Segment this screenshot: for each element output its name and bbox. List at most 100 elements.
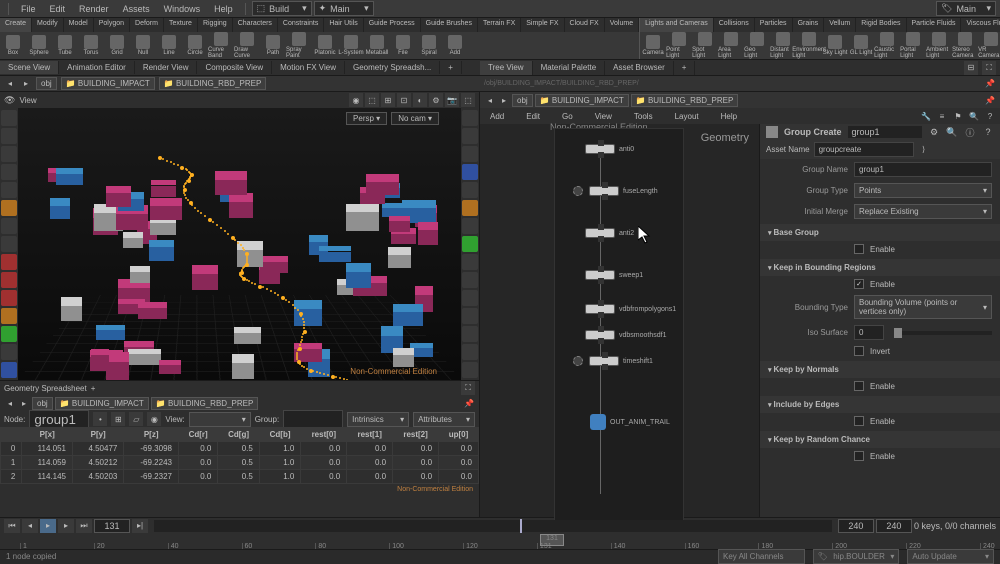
display-tool-icon[interactable] [462, 200, 478, 216]
pin-icon[interactable]: 📌 [984, 78, 996, 90]
section-normals[interactable]: Keep by Normals [760, 361, 1000, 378]
shelf-tab[interactable]: Guide Brushes [421, 18, 478, 32]
shelf-tool-icon[interactable]: Add [442, 32, 468, 59]
detail-mode-icon[interactable]: ◉ [147, 412, 161, 426]
display-tool-icon[interactable] [462, 344, 478, 360]
section-random[interactable]: Keep by Random Chance [760, 431, 1000, 448]
shelf-tool-icon[interactable]: Tube [52, 32, 78, 59]
select-tool-icon[interactable] [1, 110, 17, 126]
menu-render[interactable]: Render [73, 2, 115, 16]
shelf-tab[interactable]: Polygon [94, 18, 130, 32]
shelf-tool-icon[interactable]: Sphere [26, 32, 52, 59]
view-select[interactable]: ▾ [189, 412, 251, 427]
shelf-tab[interactable]: Texture [164, 18, 198, 32]
display-tool-icon[interactable] [462, 308, 478, 324]
menu-windows[interactable]: Windows [158, 2, 207, 16]
pane-tab[interactable]: Animation Editor [59, 61, 135, 74]
enable-checkbox[interactable] [854, 451, 864, 461]
prev-frame-button[interactable]: ◂ [22, 519, 38, 533]
shelf-tool-icon[interactable]: Sky Light [822, 32, 848, 59]
pane-tab[interactable]: Material Palette [533, 61, 606, 75]
shelf-tool-icon[interactable]: Torus [78, 32, 104, 59]
intrinsics-select[interactable]: Intrinsics▾ [347, 412, 409, 427]
play-button[interactable]: ▸ [40, 519, 56, 533]
last-frame-button[interactable]: ⏭ [76, 519, 92, 533]
search-icon[interactable]: 🔍 [968, 110, 980, 122]
group-name-input[interactable]: group1 [854, 162, 992, 177]
network-node[interactable]: vdbfrompolygons1 [585, 304, 676, 314]
pane-max-icon[interactable]: ⛶ [461, 381, 475, 395]
network-node[interactable]: fuseLength [573, 186, 658, 196]
shelf-tab[interactable]: Lights and Cameras [640, 18, 714, 32]
shelf-tool-icon[interactable]: Grid [104, 32, 130, 59]
shelf-tab[interactable]: Viscous Fluids [961, 18, 1000, 32]
display-tool-icon[interactable] [462, 164, 478, 180]
vp-tool-icon[interactable]: ⚙ [429, 93, 443, 107]
path-impact[interactable]: 📁 BUILDING_IMPACT [55, 397, 149, 410]
pane-tab[interactable]: Motion FX View [272, 61, 345, 74]
table-row[interactable]: 2114.1454.50203-69.23270.00.51.00.00.00.… [1, 470, 479, 484]
display-tool-icon[interactable] [462, 218, 478, 234]
move-tool-icon[interactable] [1, 128, 17, 144]
group-type-select[interactable]: Points▾ [854, 183, 992, 198]
camera-dropdown[interactable]: No cam ▾ [391, 112, 439, 125]
snap-tool-icon[interactable] [1, 290, 17, 306]
shelf-tab[interactable]: Grains [793, 18, 825, 32]
shelf-tool-icon[interactable]: Box [0, 32, 26, 59]
back-icon[interactable]: ◂ [4, 397, 16, 409]
net-menu-layout[interactable]: Layout [669, 110, 705, 123]
path-impact[interactable]: 📁 BUILDING_IMPACT [61, 77, 155, 90]
flag-icon[interactable]: ⚑ [952, 110, 964, 122]
network-node[interactable]: timeshift1 [573, 356, 653, 366]
path-prep[interactable]: 📁 BUILDING_RBD_PREP [631, 94, 739, 107]
path-obj[interactable]: obj [512, 94, 533, 107]
points-mode-icon[interactable]: • [93, 412, 107, 426]
shelf-tool-icon[interactable]: File [390, 32, 416, 59]
enable-checkbox[interactable] [854, 416, 864, 426]
fwd-icon[interactable]: ▸ [18, 397, 30, 409]
display-tool-icon[interactable] [462, 272, 478, 288]
scale-tool-icon[interactable] [1, 164, 17, 180]
back-icon[interactable]: ◂ [484, 94, 496, 106]
enable-checkbox[interactable] [854, 244, 864, 254]
shelf-tool-icon[interactable]: Portal Light [900, 32, 926, 59]
display-tool-icon[interactable] [462, 110, 478, 126]
display-tool-icon[interactable] [462, 182, 478, 198]
pane-tab[interactable]: Composite View [197, 61, 272, 74]
menu-edit[interactable]: Edit [44, 2, 72, 16]
display-tool-icon[interactable] [462, 146, 478, 162]
attributes-select[interactable]: Attributes▾ [413, 412, 475, 427]
iso-surface-slider[interactable] [894, 331, 992, 335]
pane-tab[interactable]: Asset Browser [605, 61, 674, 75]
step-button[interactable]: ▸| [132, 519, 148, 533]
tool-icon[interactable] [1, 344, 17, 360]
shelf-tool-icon[interactable]: Draw Curve [234, 32, 260, 59]
menu-file[interactable]: File [15, 2, 42, 16]
shelf-tab[interactable]: Rigid Bodies [856, 18, 906, 32]
network-node[interactable]: anti2 [585, 228, 634, 238]
enable-checkbox[interactable] [854, 279, 864, 289]
display-tool-icon[interactable] [462, 236, 478, 252]
fwd-icon[interactable]: ▸ [20, 78, 32, 90]
persp-dropdown[interactable]: Persp ▾ [346, 112, 387, 125]
vp-tool-icon[interactable]: 📷 [445, 93, 459, 107]
path-impact[interactable]: 📁 BUILDING_IMPACT [535, 94, 629, 107]
fwd-icon[interactable]: ▸ [498, 94, 510, 106]
pane-tab[interactable]: Scene View [0, 61, 59, 74]
shelf-tool-icon[interactable]: Point Light [666, 32, 692, 59]
shelf-tab[interactable]: Vellum [824, 18, 856, 32]
end-frame-input[interactable]: 240 [838, 519, 874, 533]
gear-icon[interactable]: ⚙ [928, 126, 940, 138]
timeline-slider[interactable] [154, 520, 832, 532]
shelf-tab[interactable]: Constraints [278, 18, 324, 32]
network-node[interactable]: vdbsmoothsdf1 [585, 330, 666, 340]
node-name-input[interactable]: group1 [848, 126, 922, 138]
shelf-tab[interactable]: Create [0, 18, 32, 32]
help-icon[interactable]: ? [984, 110, 996, 122]
shelf-tab[interactable]: Collisions [714, 18, 755, 32]
first-frame-button[interactable]: ⏮ [4, 519, 20, 533]
spreadsheet-table[interactable]: P[x]P[y]P[z]Cd[r]Cd[g]Cd[b]rest[0]rest[1… [0, 427, 479, 484]
viewport-3d[interactable]: Persp ▾ No cam ▾ Non-Commercial Edition [18, 108, 461, 380]
prims-mode-icon[interactable]: ▱ [129, 412, 143, 426]
table-row[interactable]: 1114.0594.50212-69.22430.00.51.00.00.00.… [1, 456, 479, 470]
